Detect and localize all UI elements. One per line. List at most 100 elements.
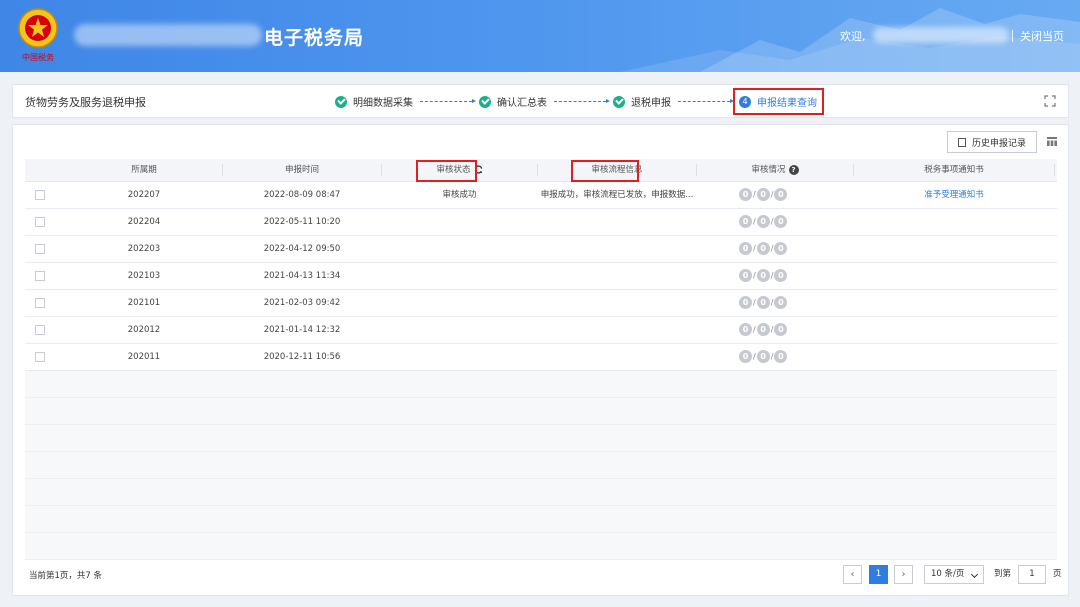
- table-row[interactable]: 202203 2022-04-12 09:50 0/0/0: [25, 236, 1057, 263]
- cell-review-process: [538, 344, 696, 370]
- step-connector: [420, 99, 476, 103]
- document-icon: [957, 137, 966, 147]
- empty-row: [25, 371, 1057, 398]
- cell-notice-link[interactable]: 准予受理通知书: [854, 182, 1054, 208]
- step-confirm-summary[interactable]: 确认汇总表: [479, 94, 547, 109]
- count-badge[interactable]: 0: [774, 215, 788, 228]
- step-detail-collection[interactable]: 明细数据采集: [335, 94, 413, 109]
- col-period: 所属期: [131, 165, 157, 175]
- table-row[interactable]: 202012 2021-01-14 12:32 0/0/0: [25, 317, 1057, 344]
- cell-review-status: [382, 290, 537, 316]
- review-counts: 0/0/0: [739, 188, 788, 201]
- count-badge[interactable]: 0: [774, 323, 788, 336]
- count-badge[interactable]: 0: [774, 350, 788, 363]
- count-badge[interactable]: 0: [774, 296, 788, 309]
- step-refund-declare[interactable]: 退税申报: [613, 94, 671, 109]
- count-badge[interactable]: 0: [756, 296, 770, 309]
- table-row[interactable]: 202011 2020-12-11 10:56 0/0/0: [25, 344, 1057, 371]
- cell-review-status: [382, 209, 537, 235]
- row-checkbox[interactable]: [35, 298, 45, 308]
- cell-notice-link[interactable]: [854, 263, 1054, 289]
- blurred-region-name: [74, 24, 262, 46]
- count-badge[interactable]: 0: [756, 269, 770, 282]
- count-badge[interactable]: 0: [774, 188, 788, 201]
- check-circle-icon: [479, 95, 491, 108]
- count-badge[interactable]: 0: [756, 350, 770, 363]
- empty-row: [25, 398, 1057, 425]
- table-row[interactable]: 202207 2022-08-09 08:47 审核成功 申报成功，审核流程已发放，申…: [25, 182, 1057, 209]
- history-button-label: 历史申报记录: [971, 138, 1026, 149]
- count-separator: /: [770, 217, 774, 226]
- count-badge[interactable]: 0: [756, 323, 770, 336]
- next-page-button[interactable]: ›: [894, 565, 913, 584]
- page-size-select[interactable]: 10 条/页: [924, 565, 984, 584]
- table-header: 所属期 申报时间 审核状态 审核流程信息 审核情况? 税务事项通知书: [25, 159, 1057, 182]
- check-circle-icon: [335, 95, 347, 108]
- table-row[interactable]: 202101 2021-02-03 09:42 0/0/0: [25, 290, 1057, 317]
- cell-notice-link[interactable]: [854, 317, 1054, 343]
- cell-period: 202011: [127, 352, 161, 362]
- review-counts: 0/0/0: [739, 215, 788, 228]
- step-connector: [554, 99, 610, 103]
- step-label: 申报结果查询: [757, 98, 817, 109]
- table-body: 202207 2022-08-09 08:47 审核成功 申报成功，审核流程已发放，申…: [25, 182, 1057, 371]
- count-badge[interactable]: 0: [739, 215, 752, 228]
- goto-suffix: 页: [1053, 569, 1062, 579]
- cell-review-status: 审核成功: [442, 190, 477, 200]
- count-badge[interactable]: 0: [774, 242, 788, 255]
- column-settings-icon[interactable]: [1047, 137, 1057, 146]
- count-badge[interactable]: 0: [739, 323, 752, 336]
- step-connector: [678, 99, 734, 103]
- count-badge[interactable]: 0: [739, 242, 752, 255]
- header-divider: [1054, 164, 1055, 176]
- table-row[interactable]: 202204 2022-05-11 10:20 0/0/0: [25, 209, 1057, 236]
- count-badge[interactable]: 0: [756, 215, 770, 228]
- col-review-result-label: 审核情况: [751, 165, 786, 175]
- app-title: 电子税务局: [264, 27, 365, 49]
- count-badge[interactable]: 0: [774, 269, 788, 282]
- row-checkbox[interactable]: [35, 217, 45, 227]
- cell-declare-time: 2020-12-11 10:56: [263, 352, 341, 362]
- review-counts: 0/0/0: [739, 350, 788, 363]
- table-empty-area: [25, 371, 1057, 560]
- count-separator: /: [753, 352, 756, 361]
- cell-review-process: [538, 317, 696, 343]
- count-badge[interactable]: 0: [756, 242, 770, 255]
- fullscreen-icon[interactable]: [1044, 95, 1056, 107]
- cell-review-process: [538, 290, 696, 316]
- count-badge[interactable]: 0: [739, 188, 752, 201]
- row-checkbox[interactable]: [35, 190, 45, 200]
- row-checkbox[interactable]: [35, 244, 45, 254]
- help-icon[interactable]: ?: [788, 164, 799, 175]
- count-badge[interactable]: 0: [756, 188, 770, 201]
- cell-review-process: [538, 236, 696, 262]
- cell-declare-time: 2022-05-11 10:20: [263, 217, 341, 227]
- refresh-icon[interactable]: [474, 165, 483, 174]
- table-row[interactable]: 202103 2021-04-13 11:34 0/0/0: [25, 263, 1057, 290]
- cell-notice-link[interactable]: [854, 290, 1054, 316]
- close-page-link[interactable]: 关闭当页: [1020, 28, 1064, 44]
- history-records-button[interactable]: 历史申报记录: [947, 131, 1037, 153]
- page-1-button[interactable]: 1: [869, 565, 888, 584]
- step-label: 明细数据采集: [353, 98, 413, 109]
- cell-notice-link[interactable]: [854, 344, 1054, 370]
- cell-period: 202012: [127, 325, 161, 335]
- chevron-down-icon: [970, 570, 979, 579]
- step-result-query[interactable]: 4 申报结果查询: [739, 94, 817, 109]
- step-label: 确认汇总表: [497, 98, 547, 109]
- prev-page-button[interactable]: ‹: [843, 565, 862, 584]
- cell-notice-link[interactable]: [854, 209, 1054, 235]
- row-checkbox[interactable]: [35, 325, 45, 335]
- header-divider: [1012, 30, 1013, 42]
- count-badge[interactable]: 0: [739, 350, 752, 363]
- count-badge[interactable]: 0: [739, 269, 752, 282]
- goto-prefix: 到第: [994, 569, 1012, 579]
- goto-page-input[interactable]: 1: [1018, 565, 1046, 584]
- cell-review-status: [382, 236, 537, 262]
- row-checkbox[interactable]: [35, 352, 45, 362]
- count-separator: /: [770, 244, 774, 253]
- result-panel: 历史申报记录 所属期 申报时间 审核状态 审核流程信息 审核情况? 税务事项通知…: [12, 124, 1069, 596]
- cell-notice-link[interactable]: [854, 236, 1054, 262]
- count-badge[interactable]: 0: [739, 296, 752, 309]
- row-checkbox[interactable]: [35, 271, 45, 281]
